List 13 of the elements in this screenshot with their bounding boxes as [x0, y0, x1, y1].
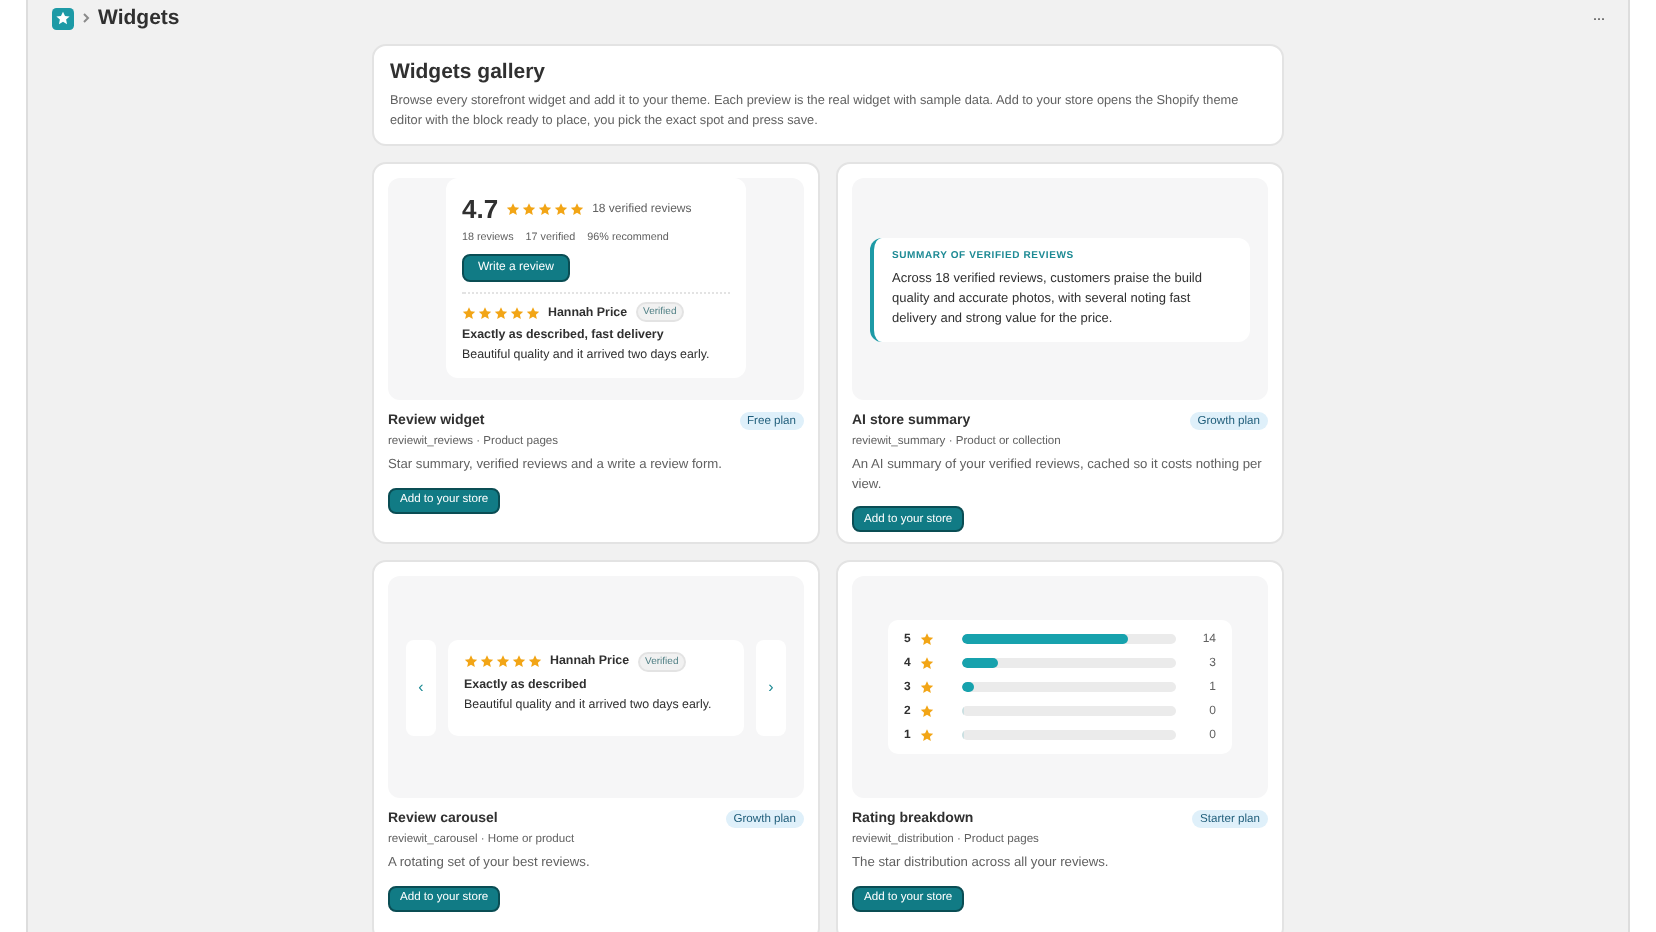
app-logo-icon	[52, 7, 74, 29]
average-rating: 4.7	[462, 194, 499, 224]
star-icon	[920, 680, 934, 694]
star-icon	[920, 704, 934, 718]
star-icon	[920, 632, 934, 646]
star-icon	[920, 728, 934, 742]
previous-button[interactable]: ‹	[406, 639, 436, 735]
more-menu-button[interactable]: ···	[1592, 8, 1604, 28]
gallery-title: Widgets gallery	[390, 60, 548, 84]
next-button[interactable]: ›	[756, 639, 786, 735]
page-title: Widgets	[98, 6, 180, 30]
breadcrumb-separator-icon	[82, 12, 90, 24]
star-icon	[920, 656, 934, 670]
